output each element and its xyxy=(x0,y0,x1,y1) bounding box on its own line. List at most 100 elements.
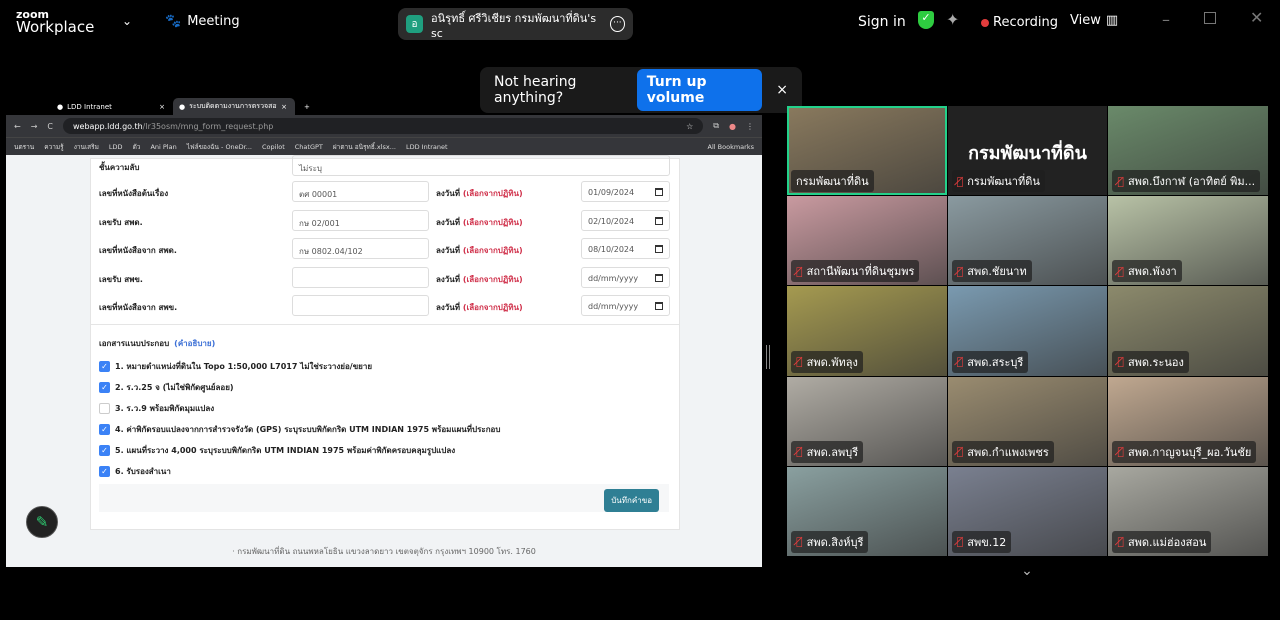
attachment-checkbox-item[interactable]: ✓ 6. รับรองสำเนา xyxy=(99,465,171,478)
number-input[interactable]: กษ 02/001 xyxy=(292,209,429,231)
explanation-link[interactable]: (คำอธิบาย) xyxy=(174,337,215,350)
checkbox[interactable]: ✓ xyxy=(99,445,110,456)
star-icon[interactable]: ☆ xyxy=(686,122,693,131)
restore-icon[interactable] xyxy=(1204,12,1216,24)
meeting-button[interactable]: 🐾 Meeting xyxy=(165,14,240,29)
participant-name-tag: 🎙̸ กรมพัฒนาที่ดิน xyxy=(951,170,1045,193)
secret-level-row: ชั้นความลับ ไม่ระบุ xyxy=(99,155,670,177)
participant-name-tag: 🎙̸ สพด.กำแพงเพชร xyxy=(951,440,1054,463)
participant-video-tile[interactable]: 🎙̸ สพด.พังงา xyxy=(1108,196,1268,286)
close-icon[interactable]: ✕ xyxy=(1250,8,1263,27)
participant-video-tile[interactable]: 🎙̸ สพด.สิงห์บุรี xyxy=(787,466,947,556)
mic-muted-icon: 🎙̸ xyxy=(956,355,964,369)
date-input[interactable]: 08/10/2024 xyxy=(581,238,670,259)
back-icon[interactable]: ← xyxy=(14,122,21,131)
minimize-icon[interactable]: – xyxy=(1162,10,1170,29)
date-label: ลงวันที่ (เลือกจากปฏิทิน) xyxy=(436,217,523,227)
close-tab-icon[interactable]: × xyxy=(159,103,165,111)
bookmark[interactable]: Ani Plan xyxy=(150,143,176,151)
reload-icon[interactable]: C xyxy=(47,122,53,131)
calendar-icon[interactable] xyxy=(655,245,663,253)
bookmark[interactable]: นตราน xyxy=(14,142,34,152)
checkbox[interactable] xyxy=(99,403,110,414)
attachment-checkbox-item[interactable]: ✓ 4. ค่าพิกัดรอบแปลงจากการสำรวจรังวัด (GP… xyxy=(99,423,500,436)
chevron-down-icon[interactable]: ⌄ xyxy=(1016,563,1038,583)
forward-icon[interactable]: → xyxy=(31,122,38,131)
all-bookmarks[interactable]: All Bookmarks xyxy=(708,143,754,151)
shield-check-icon[interactable]: ✓ xyxy=(918,11,934,29)
date-input[interactable]: 01/09/2024 xyxy=(581,181,670,202)
calendar-icon[interactable] xyxy=(655,216,663,225)
participant-video-tile[interactable]: กรมพัฒนาที่ดิน 🎙̸ กรมพัฒนาที่ดิน xyxy=(947,106,1108,196)
participant-video-tile[interactable]: กรมพัฒนาที่ดิน xyxy=(787,106,947,196)
attachment-checkbox-item[interactable]: ✓ 1. หมายตำแหน่งที่ดินใน Topo 1:50,000 L7… xyxy=(99,360,372,373)
participant-video-tile[interactable]: 🎙̸ สพด.กำแพงเพชร xyxy=(947,376,1108,466)
browser-tab[interactable]: ● LDD Intranet × xyxy=(51,98,171,115)
recording-indicator[interactable]: Recording xyxy=(981,15,1058,30)
participant-video-tile[interactable]: 🎙̸ สพข.12 xyxy=(947,466,1108,556)
paw-icon: 🐾 xyxy=(165,14,182,29)
participant-video-tile[interactable]: 🎙̸ สพด.สระบุรี xyxy=(947,286,1108,376)
participant-video-tile[interactable]: 🎙̸ สพด.บึงกาฬ (อาทิตย์ พิม... xyxy=(1108,106,1268,196)
date-input[interactable]: dd/mm/yyyy xyxy=(581,295,670,316)
bookmark[interactable]: ไฟล์ของฉัน - OneDr... xyxy=(187,142,252,152)
bookmark[interactable]: Copilot xyxy=(262,143,285,151)
participant-video-tile[interactable]: 🎙̸ สพด.พัทลุง xyxy=(787,286,947,376)
checkbox[interactable]: ✓ xyxy=(99,382,110,393)
mic-muted-icon: 🎙̸ xyxy=(1117,174,1124,188)
close-icon[interactable]: × xyxy=(776,82,788,98)
bookmark[interactable]: ความรู้ xyxy=(44,142,63,152)
date-input[interactable]: 02/10/2024 xyxy=(581,209,670,231)
address-bar[interactable]: webapp.ldd.go.th/lr35osm/mng_form_reques… xyxy=(63,118,704,134)
participant-video-tile[interactable]: 🎙̸ สพด.แม่ฮ่องสอน xyxy=(1108,466,1268,556)
browser-tab-active[interactable]: ● ระบบติดตามงานการตรวจสอบร × xyxy=(173,98,295,115)
screen-share-indicator[interactable]: ออนิรุทธิ์ ศรีวิเชียร กรมพัฒนาที่ดิน's s… xyxy=(398,8,633,40)
avatar: อ xyxy=(406,15,424,33)
calendar-icon[interactable] xyxy=(655,188,663,196)
bookmark[interactable]: LDD xyxy=(109,143,123,151)
new-tab-button[interactable]: + xyxy=(298,98,316,115)
attachment-checkbox-item[interactable]: ✓ 2. ร.ว.25 จ (ไม่ใช่พิกัดศูนย์ลอย) xyxy=(99,381,234,394)
participant-video-tile[interactable]: 🎙̸ สพด.ระนอง xyxy=(1108,286,1268,376)
turn-up-volume-button[interactable]: Turn up volume xyxy=(636,69,763,111)
bookmark[interactable]: LDD Intranet xyxy=(406,143,448,151)
participant-name-tag: กรมพัฒนาที่ดิน xyxy=(791,170,874,193)
close-tab-icon[interactable]: × xyxy=(281,103,287,111)
attachment-checkbox-item[interactable]: 3. ร.ว.9 พร้อมพิกัดมุมแปลง xyxy=(99,402,214,415)
number-input[interactable]: ตศ 00001 xyxy=(292,181,429,202)
bookmark[interactable]: งานเสริม xyxy=(74,142,99,152)
participant-name-tag: 🎙̸ สพด.สิงห์บุรี xyxy=(791,530,869,553)
participant-name-tag: 🎙̸ สพด.ชัยนาท xyxy=(951,260,1032,283)
menu-icon[interactable]: ⋮ xyxy=(746,122,754,131)
participant-video-tile[interactable]: 🎙̸ สพด.ลพบุรี xyxy=(787,376,947,466)
field-label: เลขที่หนังสือต้นเรื่อง xyxy=(99,189,169,198)
chevron-down-icon[interactable]: ⌄ xyxy=(122,14,132,28)
field-label: เลขรับ สพด. xyxy=(99,217,143,227)
number-input[interactable] xyxy=(292,295,429,316)
participant-video-tile[interactable]: 🎙̸ สพด.ชัยนาท xyxy=(947,196,1108,286)
checkbox[interactable]: ✓ xyxy=(99,424,110,435)
number-input[interactable]: กษ 0802.04/102 xyxy=(292,238,429,259)
bookmark[interactable]: ChatGPT xyxy=(295,143,323,151)
splitter-handle[interactable] xyxy=(766,345,770,369)
bookmark[interactable]: ตัว xyxy=(133,142,141,152)
more-icon[interactable]: ··· xyxy=(609,16,625,32)
bookmark[interactable]: ผ่าตาน อนิรุทธิ์.xlsx... xyxy=(333,142,396,152)
save-request-button[interactable]: บันทึกคำขอ xyxy=(604,489,659,512)
view-button[interactable]: View ▥ xyxy=(1070,13,1118,28)
profile-avatar[interactable]: ● xyxy=(729,122,736,131)
number-input[interactable] xyxy=(292,266,429,288)
checkbox[interactable]: ✓ xyxy=(99,466,110,477)
sparkle-icon[interactable]: ✦ xyxy=(946,10,959,29)
annotate-pen-icon[interactable]: ✎ xyxy=(26,506,58,538)
attachment-checkbox-item[interactable]: ✓ 5. แผนที่ระวาง 4,000 ระบุระบบพิกัดกริด … xyxy=(99,444,455,457)
sign-in-button[interactable]: Sign in xyxy=(858,14,906,30)
calendar-icon[interactable] xyxy=(655,273,663,282)
extensions-icon[interactable]: ⧉ xyxy=(713,121,719,131)
checkbox[interactable]: ✓ xyxy=(99,361,110,372)
calendar-icon[interactable] xyxy=(655,302,663,310)
date-input[interactable]: dd/mm/yyyy xyxy=(581,266,670,288)
participant-video-tile[interactable]: 🎙̸ สถานีพัฒนาที่ดินชุมพร xyxy=(787,196,947,286)
participant-video-tile[interactable]: 🎙̸ สพด.กาญจนบุรี_ผอ.วันชัย xyxy=(1108,376,1268,466)
secret-level-select[interactable]: ไม่ระบุ xyxy=(292,155,670,176)
